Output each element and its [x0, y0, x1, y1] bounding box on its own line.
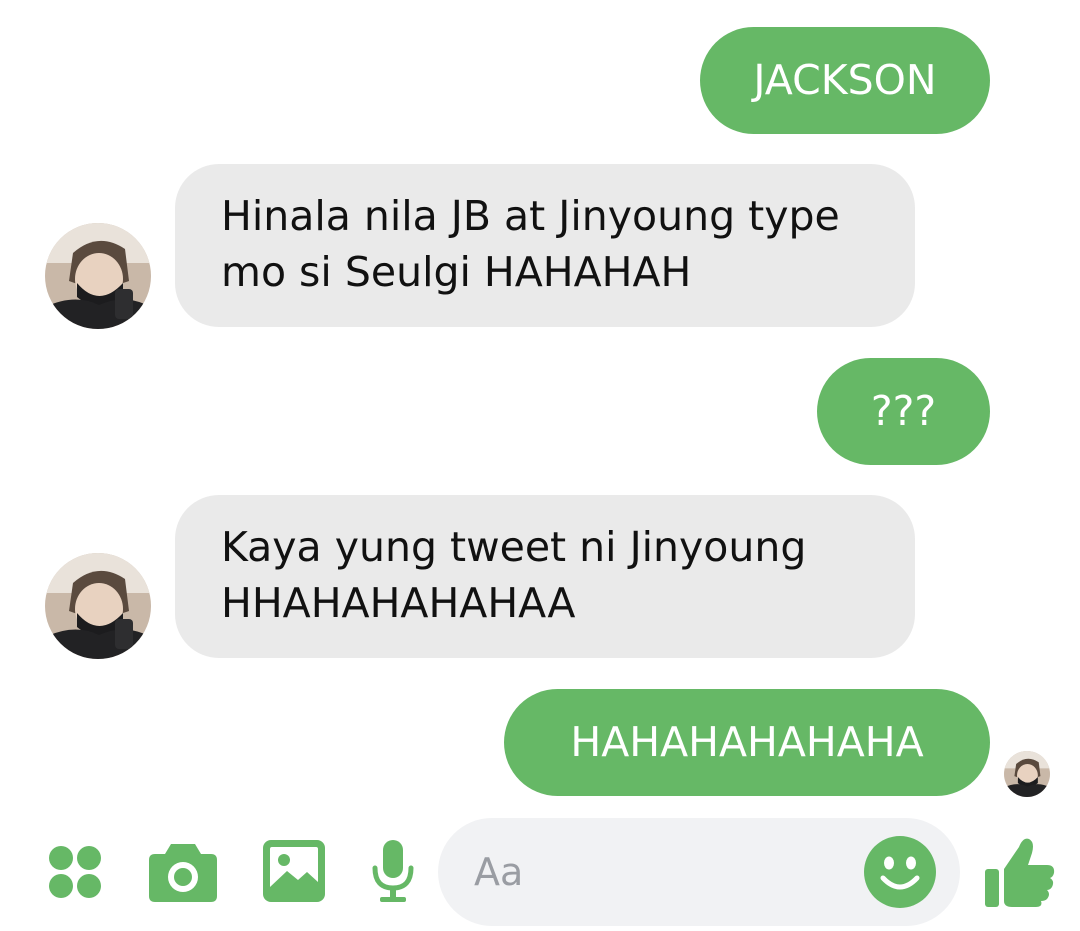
contact-avatar[interactable]: [45, 223, 151, 329]
apps-icon[interactable]: [46, 843, 104, 901]
thumbs-up-icon[interactable]: [985, 835, 1057, 909]
outgoing-message-bubble[interactable]: JACKSON: [700, 27, 990, 134]
contact-avatar[interactable]: [45, 553, 151, 659]
message-line: Hinala nila JB at Jinyoung type: [221, 192, 840, 240]
message-text: JACKSON: [753, 56, 937, 104]
gallery-icon[interactable]: [263, 840, 325, 902]
incoming-message-bubble[interactable]: Hinala nila JB at Jinyoung type mo si Se…: [175, 164, 915, 327]
read-receipt-avatar: [1004, 751, 1050, 797]
message-text: HAHAHAHAHAHA: [570, 718, 924, 766]
message-line: Kaya yung tweet ni Jinyoung: [221, 523, 807, 571]
message-composer[interactable]: Aa: [438, 818, 960, 926]
camera-icon[interactable]: [149, 840, 217, 902]
message-line: mo si Seulgi HAHAHAH: [221, 248, 692, 296]
avatar-photo: [45, 223, 151, 329]
outgoing-message-bubble[interactable]: ???: [817, 358, 990, 465]
outgoing-message-bubble[interactable]: HAHAHAHAHAHA: [504, 689, 990, 796]
message-text: ???: [870, 387, 937, 435]
incoming-message-bubble[interactable]: Kaya yung tweet ni Jinyoung HHAHAHAHAHAA: [175, 495, 915, 658]
message-line: HHAHAHAHAHAA: [221, 579, 576, 627]
microphone-icon[interactable]: [370, 840, 416, 904]
emoji-icon[interactable]: [864, 836, 936, 908]
avatar-photo: [45, 553, 151, 659]
composer-placeholder: Aa: [474, 850, 524, 894]
avatar-photo: [1004, 751, 1050, 797]
